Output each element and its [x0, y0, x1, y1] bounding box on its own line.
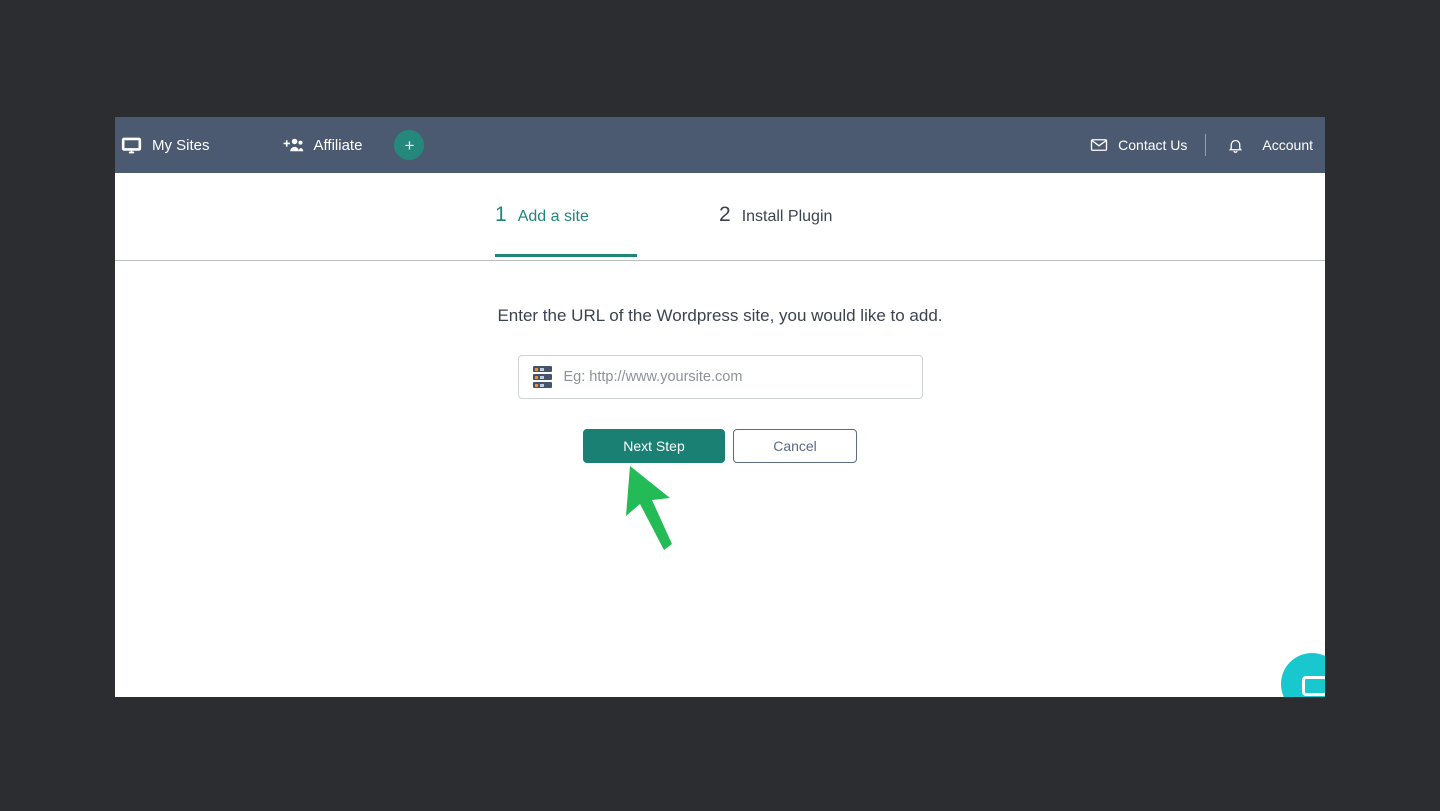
top-navbar: My Sites Affiliate + Contact Us Account — [115, 117, 1325, 173]
url-input-row — [115, 355, 1325, 399]
step-navigation: 1 Add a site 2 Install Plugin — [115, 173, 1325, 261]
plus-icon: + — [404, 135, 415, 155]
next-step-button[interactable]: Next Step — [583, 429, 725, 463]
nav-item-account-label: Account — [1262, 137, 1313, 153]
nav-item-affiliate-label: Affiliate — [313, 136, 363, 154]
url-input-wrapper[interactable] — [517, 355, 923, 399]
site-url-input[interactable] — [563, 369, 908, 385]
navbar-divider — [1205, 134, 1207, 156]
main-content: Enter the URL of the Wordpress site, you… — [115, 261, 1325, 463]
chat-widget-button[interactable] — [1281, 653, 1325, 697]
nav-item-affiliate[interactable]: Affiliate — [282, 134, 363, 156]
monitor-icon — [120, 134, 142, 156]
tab-install-plugin[interactable]: 2 Install Plugin — [719, 203, 832, 257]
server-icon — [532, 366, 552, 388]
add-users-icon — [282, 134, 304, 156]
nav-item-my-sites[interactable]: My Sites — [120, 134, 210, 156]
add-site-button[interactable]: + — [394, 130, 425, 160]
notifications-button[interactable] — [1224, 134, 1246, 156]
nav-item-account[interactable]: Account — [1262, 137, 1313, 153]
tab-add-a-site[interactable]: 1 Add a site — [495, 203, 637, 257]
step-number-2: 2 — [719, 203, 731, 226]
step-number-1: 1 — [495, 203, 507, 226]
app-window: My Sites Affiliate + Contact Us Account … — [115, 117, 1325, 697]
step-label-1: Add a site — [517, 208, 589, 225]
page-title: Enter the URL of the Wordpress site, you… — [497, 306, 943, 325]
nav-item-my-sites-label: My Sites — [152, 136, 210, 154]
action-buttons: Next Step Cancel — [115, 429, 1325, 463]
navbar-left-group: My Sites Affiliate + — [115, 130, 425, 160]
step-label-2: Install Plugin — [741, 208, 833, 225]
navbar-right-group: Contact Us Account — [1088, 117, 1313, 173]
cancel-button[interactable]: Cancel — [733, 429, 857, 463]
envelope-icon — [1088, 134, 1110, 156]
step-divider-line — [115, 260, 1325, 261]
bell-icon — [1224, 134, 1246, 156]
nav-item-contact-us[interactable]: Contact Us — [1088, 134, 1187, 156]
nav-item-contact-us-label: Contact Us — [1118, 137, 1188, 153]
step-list: 1 Add a site 2 Install Plugin — [115, 173, 1325, 257]
chat-bubble-icon — [1302, 676, 1325, 696]
